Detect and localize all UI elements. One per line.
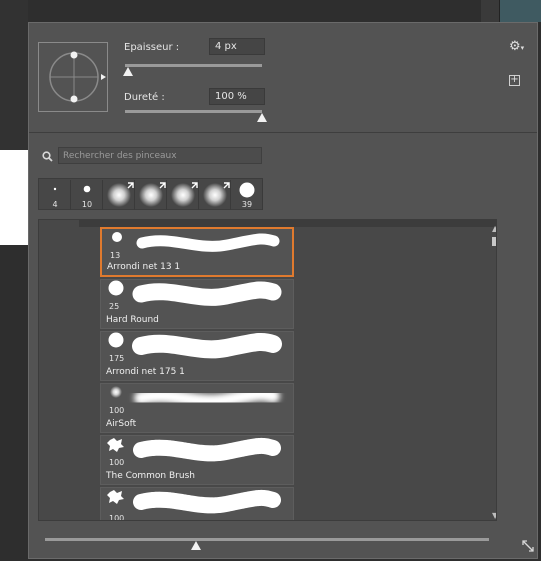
brush-angle-roundness-control[interactable] [39,43,109,113]
recent-brush-size: 39 [241,200,253,209]
size-slider-track[interactable] [125,64,262,67]
recent-brushes-strip: 4 10 39 [38,178,263,210]
gear-icon[interactable]: ⚙▾ [509,39,524,54]
search-icon [42,151,53,162]
app-thumbnail [499,0,541,22]
recent-brush[interactable]: 4 [40,180,71,210]
brush-preset-row[interactable]: 100 The Common Brush [100,435,294,485]
soft-brush-tip-icon [139,182,166,207]
app-background [0,0,28,150]
brush-size-label: 175 [109,354,125,363]
brush-tip-preview[interactable] [38,42,108,112]
brush-stroke-preview [107,489,281,514]
hardness-label: Dureté : [124,92,165,103]
brush-name-label: Hard Round [106,315,159,325]
recent-brush-size: 10 [81,200,93,209]
size-label: Epaisseur : [124,42,180,53]
brush-name-label: The Common Brush [106,471,195,481]
brush-size-label: 100 [109,458,125,467]
brush-size-label: 100 [109,406,125,415]
brush-size-label: 13 [110,251,121,260]
document-canvas [0,150,28,245]
preview-size-slider-track[interactable] [45,538,489,541]
soft-brush-tip-icon [107,182,134,207]
brush-preset-row[interactable]: 100 [100,487,294,521]
recent-brush[interactable] [200,180,231,210]
resize-handle-icon[interactable] [521,539,535,553]
app-panel-edge [481,0,499,22]
brush-name-label: Arrondi net 175 1 [106,367,185,377]
section-divider [29,132,537,133]
brush-size-label: 100 [109,514,125,521]
preview-size-slider-thumb[interactable] [190,541,201,550]
brush-preset-row[interactable]: 175 Arrondi net 175 1 [100,331,294,381]
recent-brush[interactable]: 39 [232,180,263,210]
size-value-field[interactable]: 4 px [209,38,265,55]
brush-list-scrollbar[interactable]: ▲ ▼ [490,224,496,520]
recent-brush[interactable] [104,180,135,210]
brush-preset-picker: Epaisseur : 4 px Dureté : 100 % ⚙▾ + 4 10… [28,22,538,559]
brush-list: ▲ ▼ 13 Arrondi net 13 1 25 Hard Round 175 Arr… [38,219,497,521]
brush-preset-row[interactable]: 13 Arrondi net 13 1 [100,227,294,277]
hardness-value-field[interactable]: 100 % [209,88,265,105]
brush-search-input[interactable] [58,147,262,164]
brush-name-label: Arrondi net 13 1 [107,262,181,272]
soft-brush-tip-icon [171,182,198,207]
scroll-down-icon[interactable]: ▼ [492,511,496,520]
recent-brush[interactable]: 10 [72,180,103,210]
soft-brush-tip-icon [203,182,230,207]
list-header-bar [79,220,496,227]
recent-brush[interactable] [168,180,199,210]
brush-preset-row[interactable]: 25 Hard Round [100,279,294,329]
hardness-slider-thumb[interactable] [257,113,267,122]
recent-brush-size: 4 [52,200,58,209]
brush-name-label: AirSoft [106,419,137,429]
new-preset-icon[interactable]: + [509,75,520,86]
size-slider-thumb[interactable] [122,67,133,76]
scroll-up-icon[interactable]: ▲ [492,224,496,233]
scrollbar-thumb[interactable] [492,237,496,246]
brush-preset-row[interactable]: 100 AirSoft [100,383,294,433]
hardness-slider-track[interactable] [125,110,262,113]
brush-size-label: 25 [109,302,120,311]
recent-brush[interactable] [136,180,167,210]
